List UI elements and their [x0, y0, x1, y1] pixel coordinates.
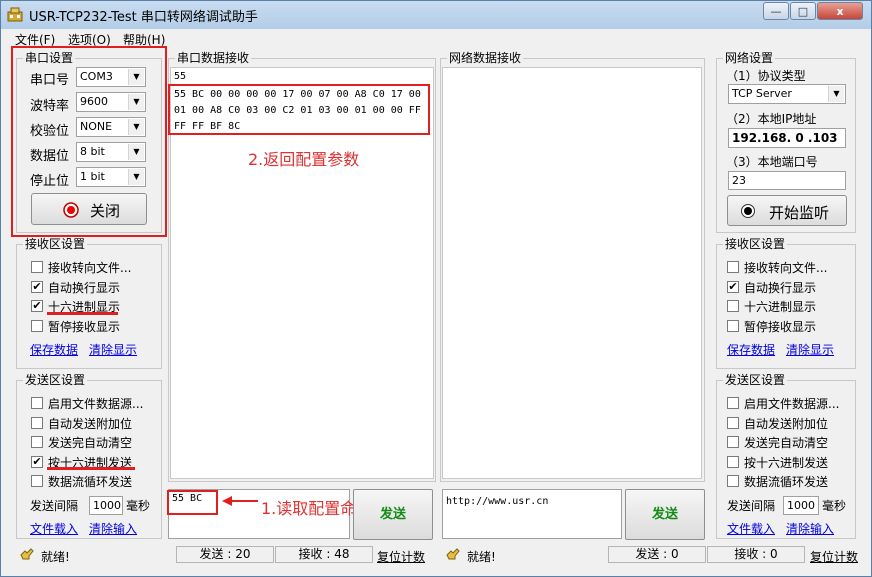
- protocol-label: （1）协议类型: [726, 69, 806, 83]
- command-highlight: [167, 490, 218, 515]
- left-interval-unit: 毫秒: [126, 499, 151, 513]
- left-save-data-link[interactable]: 保存数据: [30, 341, 78, 358]
- checkbox-label[interactable]: 发送完自动清空: [48, 434, 132, 451]
- checkbox-label[interactable]: 十六进制显示: [744, 298, 816, 315]
- left-recv-count: 接收 : 48: [275, 546, 373, 563]
- close-window-button[interactable]: x: [817, 2, 863, 20]
- left-clear-display-link[interactable]: 清除显示: [89, 341, 137, 358]
- response-highlight: [168, 84, 430, 135]
- checkbox-label[interactable]: 自动换行显示: [48, 279, 120, 296]
- right-status-ready: 就绪!: [467, 550, 496, 564]
- right-save-data-link[interactable]: 保存数据: [727, 341, 775, 358]
- protocol-select[interactable]: TCP Server ▼: [728, 84, 846, 104]
- checkbox-checked[interactable]: ✔: [727, 280, 739, 293]
- right-interval-label: 发送间隔: [727, 499, 776, 513]
- net-recv-area[interactable]: [442, 67, 702, 479]
- right-recv-settings-title: 接收区设置: [723, 237, 788, 251]
- right-reset-count[interactable]: 复位计数: [810, 548, 858, 565]
- left-interval-input[interactable]: 1000: [89, 496, 123, 515]
- checkbox-checked[interactable]: ✔: [31, 280, 43, 293]
- maximize-button[interactable]: □: [790, 2, 816, 20]
- checkbox-label[interactable]: 自动发送附加位: [744, 415, 828, 432]
- right-recv-count: 接收 : 0: [707, 546, 805, 563]
- window-title: USR-TCP232-Test 串口转网络调试助手: [29, 10, 258, 25]
- protocol-value: TCP Server: [732, 87, 792, 100]
- hand-icon: [20, 548, 34, 560]
- serial-send-button[interactable]: 发送: [353, 489, 433, 540]
- local-ip-label: （2）本地IP地址: [726, 112, 817, 126]
- menu-bar: 文件(F) 选项(O) 帮助(H): [1, 30, 871, 47]
- checkbox[interactable]: [31, 397, 43, 409]
- checkbox[interactable]: [31, 261, 43, 273]
- checkbox[interactable]: [727, 475, 739, 487]
- checkbox-label[interactable]: 发送完自动清空: [744, 434, 828, 451]
- left-send-settings-title: 发送区设置: [23, 373, 88, 387]
- checkbox-label[interactable]: 自动换行显示: [744, 279, 816, 296]
- right-send-count: 发送 : 0: [608, 546, 706, 563]
- hex-display-underline: [47, 312, 118, 315]
- right-file-load-link[interactable]: 文件载入: [727, 520, 775, 537]
- left-clear-input-link[interactable]: 清除输入: [89, 520, 137, 537]
- checkbox[interactable]: [727, 416, 739, 429]
- checkbox-label[interactable]: 暂停接收显示: [48, 318, 120, 335]
- app-window: USR-TCP232-Test 串口转网络调试助手 — □ x 文件(F) 选项…: [0, 0, 872, 577]
- checkbox-label[interactable]: 暂停接收显示: [744, 318, 816, 335]
- left-status-ready: 就绪!: [41, 550, 70, 564]
- right-clear-display-link[interactable]: 清除显示: [786, 341, 834, 358]
- arrow-left-icon: [222, 496, 258, 506]
- checkbox[interactable]: [31, 319, 43, 332]
- net-recv-title: 网络数据接收: [447, 51, 524, 65]
- checkbox-label[interactable]: 自动发送附加位: [48, 415, 132, 432]
- serial-settings-highlight: [11, 46, 167, 237]
- checkbox[interactable]: [727, 300, 739, 312]
- left-reset-count[interactable]: 复位计数: [377, 548, 425, 565]
- checkbox[interactable]: [31, 436, 43, 448]
- left-recv-settings-title: 接收区设置: [23, 237, 88, 251]
- chevron-down-icon: ▼: [828, 86, 844, 102]
- checkbox[interactable]: [727, 455, 739, 468]
- checkbox-checked[interactable]: ✔: [31, 300, 43, 312]
- checkbox-label[interactable]: 按十六进制发送: [744, 454, 828, 471]
- hex-send-underline: [47, 467, 135, 470]
- net-send-button[interactable]: 发送: [625, 489, 705, 540]
- left-interval-label: 发送间隔: [30, 499, 79, 513]
- radio-dot-icon: [741, 204, 755, 218]
- checkbox-label[interactable]: 数据流循环发送: [744, 473, 828, 490]
- left-file-load-link[interactable]: 文件载入: [30, 520, 78, 537]
- net-send-text: http://www.usr.cn: [446, 496, 549, 507]
- checkbox[interactable]: [727, 319, 739, 332]
- minimize-button[interactable]: —: [763, 2, 789, 20]
- hand-icon: [446, 548, 460, 560]
- start-listen-label: 开始监听: [769, 204, 830, 222]
- local-ip-input[interactable]: 192.168. 0 .103: [728, 128, 846, 148]
- left-send-count: 发送 : 20: [176, 546, 274, 563]
- serial-recv-line: 55: [174, 71, 187, 82]
- right-send-settings-title: 发送区设置: [723, 373, 788, 387]
- net-settings-title: 网络设置: [723, 51, 776, 65]
- right-interval-unit: 毫秒: [822, 499, 847, 513]
- checkbox-label[interactable]: 接收转向文件...: [48, 259, 131, 276]
- local-port-label: （3）本地端口号: [726, 155, 818, 169]
- right-clear-input-link[interactable]: 清除输入: [786, 520, 834, 537]
- net-send-input[interactable]: http://www.usr.cn: [442, 489, 622, 539]
- checkbox-label[interactable]: 接收转向文件...: [744, 259, 827, 276]
- serial-recv-title: 串口数据接收: [175, 51, 252, 65]
- app-icon: [7, 7, 23, 22]
- right-interval-input[interactable]: 1000: [783, 496, 819, 515]
- local-port-input[interactable]: 23: [728, 171, 846, 190]
- checkbox[interactable]: [727, 261, 739, 273]
- title-bar: USR-TCP232-Test 串口转网络调试助手 — □ x: [1, 1, 871, 29]
- start-listen-button[interactable]: 开始监听: [727, 195, 847, 226]
- checkbox-checked[interactable]: ✔: [31, 455, 43, 468]
- checkbox-label[interactable]: 启用文件数据源...: [744, 395, 839, 412]
- checkbox[interactable]: [31, 416, 43, 429]
- checkbox[interactable]: [727, 397, 739, 409]
- checkbox[interactable]: [31, 475, 43, 487]
- checkbox-label[interactable]: 启用文件数据源...: [48, 395, 143, 412]
- annotation-return-config: 2.返回配置参数: [248, 150, 360, 169]
- checkbox-label[interactable]: 数据流循环发送: [48, 473, 132, 490]
- checkbox[interactable]: [727, 436, 739, 448]
